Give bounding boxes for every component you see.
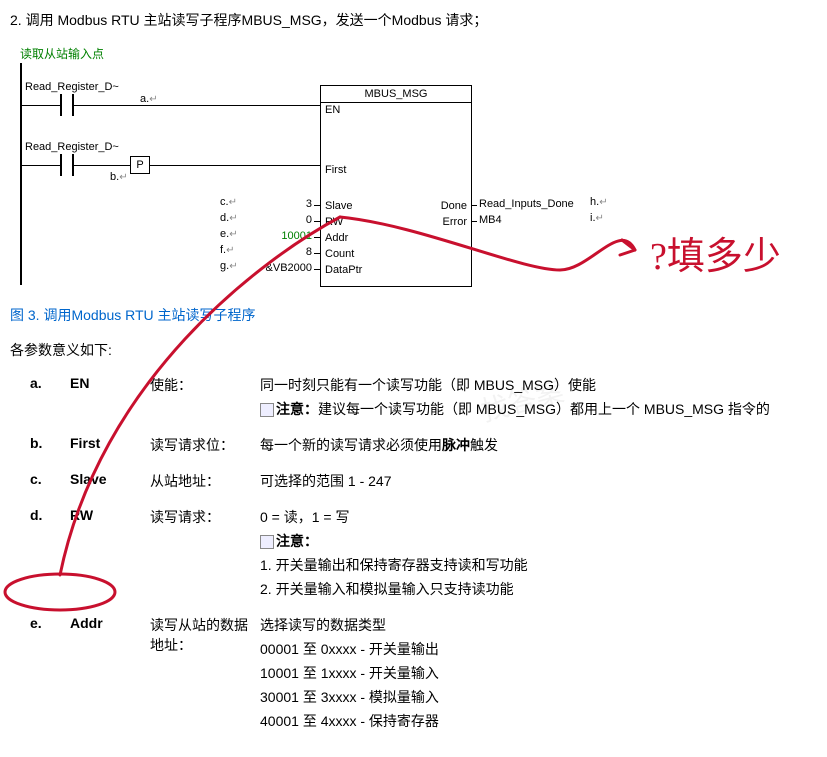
params-table: a.EN使能：同一时刻只能有一个读写功能（即 MBUS_MSG）使能注意：建议每… bbox=[10, 375, 817, 735]
pin-tick bbox=[471, 205, 477, 206]
val-slave: 3 bbox=[270, 198, 312, 210]
marker-i: i.↵ bbox=[590, 212, 604, 224]
wire bbox=[74, 105, 320, 106]
param-row: d.RW读写请求：0 = 读，1 = 写注意： 1. 开关量输出和保持寄存器支持读… bbox=[10, 507, 817, 603]
param-letter: d. bbox=[10, 507, 70, 523]
pulse-box: P bbox=[130, 156, 150, 174]
param-desc-line: 2. 开关量输入和模拟量输入只支持读功能 bbox=[260, 579, 817, 599]
val-rw: 0 bbox=[270, 214, 312, 226]
pin-slave: Slave bbox=[325, 200, 353, 212]
param-label: 读写请求位： bbox=[150, 435, 260, 455]
figure-caption: 图 3. 调用Modbus RTU 主站读写子程序 bbox=[10, 305, 817, 325]
pin-tick bbox=[314, 205, 320, 206]
left-rail bbox=[20, 63, 22, 285]
pin-first: First bbox=[325, 164, 346, 176]
marker-a: a.↵ bbox=[140, 93, 158, 105]
param-name: EN bbox=[70, 375, 150, 391]
param-letter: c. bbox=[10, 471, 70, 487]
pin-addr: Addr bbox=[325, 232, 348, 244]
pin-error: Error bbox=[443, 216, 467, 228]
no-contact-2 bbox=[60, 154, 74, 176]
param-desc-line: 注意： bbox=[260, 531, 817, 551]
step-heading: 2. 调用 Modbus RTU 主站读写子程序MBUS_MSG，发送一个Mod… bbox=[10, 10, 817, 30]
param-letter: e. bbox=[10, 615, 70, 631]
pin-tick bbox=[314, 253, 320, 254]
no-contact-1 bbox=[60, 94, 74, 116]
param-label: 使能： bbox=[150, 375, 260, 395]
param-desc: 每一个新的读写请求必须使用脉冲触发 bbox=[260, 435, 817, 459]
val-addr: 10001 bbox=[250, 230, 312, 242]
param-desc-line: 注意：建议每一个读写功能（即 MBUS_MSG）都用上一个 MBUS_MSG 指… bbox=[260, 399, 817, 419]
param-letter: b. bbox=[10, 435, 70, 451]
param-desc-line: 选择读写的数据类型 bbox=[260, 615, 817, 635]
pin-count: Count bbox=[325, 248, 354, 260]
param-name: RW bbox=[70, 507, 150, 523]
param-row: b.First读写请求位：每一个新的读写请求必须使用脉冲触发 bbox=[10, 435, 817, 459]
out-done: Read_Inputs_Done bbox=[479, 198, 574, 210]
param-desc-line: 30001 至 3xxxx - 模拟量输入 bbox=[260, 687, 817, 707]
param-desc-line: 1. 开关量输出和保持寄存器支持读和写功能 bbox=[260, 555, 817, 575]
param-desc-line: 10001 至 1xxxx - 开关量输入 bbox=[260, 663, 817, 683]
pin-dataptr: DataPtr bbox=[325, 264, 362, 276]
param-label: 读写从站的数据地址： bbox=[150, 615, 260, 655]
val-count: 8 bbox=[270, 246, 312, 258]
pin-rw: RW bbox=[325, 216, 343, 228]
pin-tick bbox=[314, 221, 320, 222]
note-icon bbox=[260, 535, 274, 549]
val-dataptr: &VB2000 bbox=[240, 262, 312, 274]
param-name: Addr bbox=[70, 615, 150, 631]
param-label: 从站地址： bbox=[150, 471, 260, 491]
param-desc-line: 0 = 读，1 = 写 bbox=[260, 507, 817, 527]
pin-en: EN bbox=[325, 104, 340, 116]
note-icon bbox=[260, 403, 274, 417]
param-desc: 同一时刻只能有一个读写功能（即 MBUS_MSG）使能注意：建议每一个读写功能（… bbox=[260, 375, 817, 423]
wire bbox=[74, 165, 130, 166]
param-desc: 选择读写的数据类型 00001 至 0xxxx - 开关量输出 10001 至 1x… bbox=[260, 615, 817, 735]
param-desc-line: 每一个新的读写请求必须使用脉冲触发 bbox=[260, 435, 817, 455]
param-name: Slave bbox=[70, 471, 150, 487]
wire bbox=[22, 105, 60, 106]
pin-tick bbox=[471, 221, 477, 222]
param-name: First bbox=[70, 435, 150, 451]
param-desc: 可选择的范围 1 - 247 bbox=[260, 471, 817, 495]
param-label: 读写请求： bbox=[150, 507, 260, 527]
fb-title: MBUS_MSG bbox=[321, 86, 471, 103]
param-desc-line: 可选择的范围 1 - 247 bbox=[260, 471, 817, 491]
function-block: MBUS_MSG EN First Slave RW Addr Count Da… bbox=[320, 85, 472, 287]
marker-h: h.↵ bbox=[590, 196, 608, 208]
param-desc-line: 40001 至 4xxxx - 保持寄存器 bbox=[260, 711, 817, 731]
marker-e: e.↵ bbox=[220, 228, 238, 240]
param-desc: 0 = 读，1 = 写注意： 1. 开关量输出和保持寄存器支持读和写功能 2. 开关… bbox=[260, 507, 817, 603]
param-desc-line: 同一时刻只能有一个读写功能（即 MBUS_MSG）使能 bbox=[260, 375, 817, 395]
marker-d: d.↵ bbox=[220, 212, 238, 224]
param-desc-line: 00001 至 0xxxx - 开关量输出 bbox=[260, 639, 817, 659]
param-row: c.Slave从站地址：可选择的范围 1 - 247 bbox=[10, 471, 817, 495]
contact1-label: Read_Register_D~ bbox=[25, 81, 119, 93]
pin-tick bbox=[314, 269, 320, 270]
pin-tick bbox=[314, 237, 320, 238]
marker-b: b.↵ bbox=[110, 171, 128, 183]
network-title: 读取从站输入点 bbox=[20, 45, 104, 62]
marker-g: g.↵ bbox=[220, 260, 238, 272]
ladder-diagram: 读取从站输入点 Read_Register_D~ a.↵ Read_Regist… bbox=[20, 45, 817, 295]
param-row: e.Addr读写从站的数据地址：选择读写的数据类型 00001 至 0xxxx -… bbox=[10, 615, 817, 735]
pin-done: Done bbox=[441, 200, 467, 212]
marker-f: f.↵ bbox=[220, 244, 235, 256]
param-row: a.EN使能：同一时刻只能有一个读写功能（即 MBUS_MSG）使能注意：建议每… bbox=[10, 375, 817, 423]
param-letter: a. bbox=[10, 375, 70, 391]
out-error: MB4 bbox=[479, 214, 502, 226]
wire bbox=[149, 165, 320, 166]
params-title: 各参数意义如下: bbox=[10, 340, 817, 360]
wire bbox=[22, 165, 60, 166]
contact2-label: Read_Register_D~ bbox=[25, 141, 119, 153]
marker-c: c.↵ bbox=[220, 196, 237, 208]
